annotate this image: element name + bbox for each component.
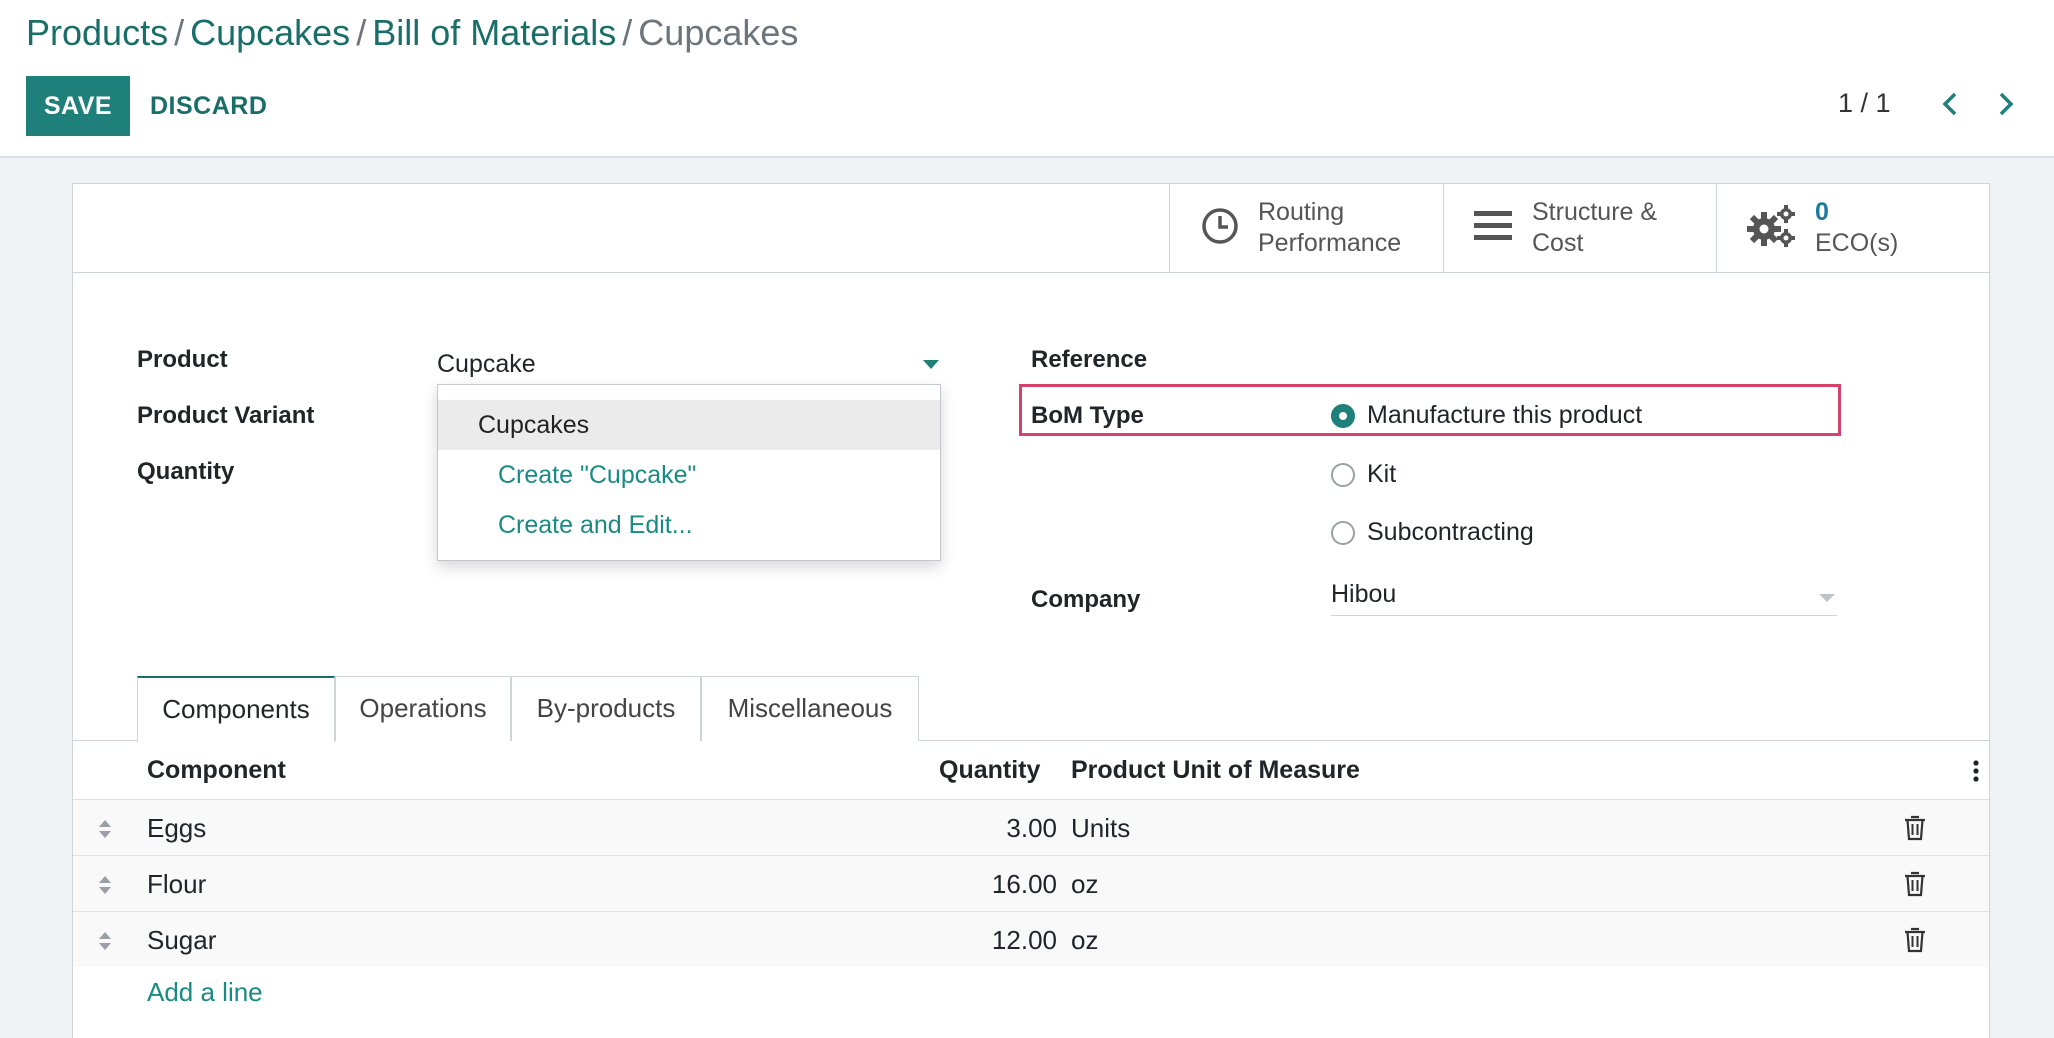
drag-handle-icon[interactable] — [97, 930, 113, 952]
drag-handle-icon[interactable] — [97, 818, 113, 840]
trash-icon[interactable] — [1903, 815, 1927, 841]
breadcrumb: Products / Cupcakes / Bill of Materials / Cupc… — [26, 12, 798, 54]
bom-type-label: BoM Type — [1031, 402, 1144, 429]
breadcrumb-bill-of-materials[interactable]: Bill of Materials — [372, 12, 616, 53]
trash-icon[interactable] — [1903, 927, 1927, 953]
company-value[interactable]: Hibou — [1331, 580, 1396, 609]
product-variant-label: Product Variant — [137, 402, 315, 429]
stat-label: Routing — [1258, 198, 1345, 226]
button-box: Routing Performance Structure & Cost 0 E… — [1169, 184, 1989, 272]
drag-handle-icon[interactable] — [97, 874, 113, 896]
column-header-quantity[interactable]: Quantity — [939, 756, 1040, 785]
cell-quantity[interactable]: 3.00 — [1006, 800, 1057, 856]
radio-label-subcontracting[interactable]: Subcontracting — [1367, 518, 1534, 547]
tab-components[interactable]: Components — [137, 676, 335, 742]
caret-down-icon[interactable] — [923, 360, 939, 369]
table-row[interactable]: Flour 16.00 oz — [73, 855, 1989, 911]
caret-down-icon[interactable] — [1819, 594, 1835, 602]
product-label: Product — [137, 346, 228, 373]
control-panel: Products / Cupcakes / Bill of Materials / Cupc… — [0, 0, 2054, 158]
stat-label: Cost — [1532, 229, 1584, 257]
add-line-link[interactable]: Add a line — [147, 977, 263, 1008]
gears-icon — [1747, 204, 1797, 253]
breadcrumb-products[interactable]: Products — [26, 12, 168, 53]
routing-performance-button[interactable]: Routing Performance — [1170, 184, 1443, 272]
breadcrumb-separator: / — [174, 12, 185, 53]
stat-label: ECO(s) — [1815, 229, 1899, 257]
cell-quantity[interactable]: 12.00 — [992, 912, 1057, 968]
column-header-component[interactable]: Component — [147, 756, 286, 785]
tab-miscellaneous[interactable]: Miscellaneous — [701, 676, 919, 741]
kebab-menu-icon[interactable] — [1973, 760, 1979, 787]
eco-button[interactable]: 0 ECO(s) — [1716, 184, 1989, 272]
save-button[interactable]: SAVE — [26, 76, 130, 136]
bars-icon — [1474, 209, 1514, 248]
autocomplete-dropdown: Cupcakes Create "Cupcake" Create and Edi… — [437, 384, 941, 561]
tab-operations[interactable]: Operations — [335, 676, 511, 741]
chevron-right-icon[interactable] — [1988, 82, 2024, 126]
table-row[interactable]: Sugar 12.00 oz — [73, 911, 1989, 967]
quantity-label: Quantity — [137, 458, 235, 485]
eco-count: 0 — [1815, 198, 1829, 226]
pager-value[interactable]: 1 / 1 — [1838, 88, 1891, 119]
trash-icon[interactable] — [1903, 871, 1927, 897]
form-sheet: Routing Performance Structure & Cost 0 E… — [72, 183, 1990, 1038]
autocomplete-option[interactable]: Cupcakes — [438, 400, 940, 450]
product-field[interactable]: Cupcake — [437, 344, 941, 386]
radio-kit[interactable] — [1331, 463, 1355, 487]
cell-quantity[interactable]: 16.00 — [992, 856, 1057, 912]
reference-label: Reference — [1031, 346, 1148, 373]
clock-icon — [1200, 206, 1240, 251]
chevron-left-icon[interactable] — [1932, 82, 1968, 126]
breadcrumb-separator: / — [356, 12, 367, 53]
divider — [73, 272, 1989, 273]
autocomplete-create[interactable]: Create "Cupcake" — [438, 450, 940, 500]
cell-uom[interactable]: oz — [1071, 856, 1098, 912]
table-row[interactable]: Eggs 3.00 Units — [73, 799, 1989, 855]
radio-subcontracting[interactable] — [1331, 521, 1355, 545]
discard-button[interactable]: DISCARD — [150, 76, 267, 136]
cell-uom[interactable]: Units — [1071, 800, 1130, 856]
stat-label: Performance — [1258, 229, 1402, 257]
radio-manufacture[interactable] — [1331, 404, 1355, 428]
cell-component[interactable]: Sugar — [147, 912, 216, 968]
cell-component[interactable]: Flour — [147, 856, 206, 912]
company-field[interactable]: Hibou — [1331, 574, 1837, 616]
column-header-uom[interactable]: Product Unit of Measure — [1071, 756, 1360, 785]
company-label: Company — [1031, 586, 1141, 613]
radio-label-manufacture[interactable]: Manufacture this product — [1367, 401, 1642, 430]
breadcrumb-current: Cupcakes — [638, 12, 799, 53]
radio-label-kit[interactable]: Kit — [1367, 460, 1396, 489]
tab-by-products[interactable]: By-products — [511, 676, 701, 741]
product-input-value[interactable]: Cupcake — [437, 350, 536, 379]
stat-label: Structure & — [1532, 198, 1658, 226]
structure-cost-button[interactable]: Structure & Cost — [1443, 184, 1716, 272]
breadcrumb-separator: / — [622, 12, 633, 53]
autocomplete-create-and-edit[interactable]: Create and Edit... — [438, 500, 940, 550]
breadcrumb-cupcakes[interactable]: Cupcakes — [190, 12, 350, 53]
cell-uom[interactable]: oz — [1071, 912, 1098, 968]
cell-component[interactable]: Eggs — [147, 800, 206, 856]
